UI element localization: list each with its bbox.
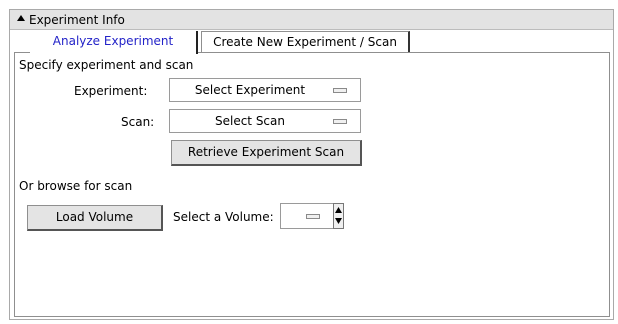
panel-header[interactable]: Experiment Info [10, 10, 613, 30]
experiment-select[interactable]: Select Experiment [169, 78, 361, 102]
scan-select[interactable]: Select Scan [169, 109, 361, 133]
triangle-up-icon[interactable] [16, 13, 26, 23]
dropdown-indicator-icon [333, 88, 347, 93]
experiment-info-panel: Experiment Info Analyze Experiment Creat… [9, 9, 614, 320]
experiment-select-value: Select Experiment [194, 83, 306, 97]
section-label-specify: Specify experiment and scan [19, 58, 194, 72]
tab-analyze-experiment[interactable]: Analyze Experiment [30, 31, 198, 54]
experiment-label: Experiment: [74, 84, 148, 98]
scan-select-value: Select Scan [214, 114, 285, 128]
section-label-browse: Or browse for scan [19, 179, 133, 193]
panel-title: Experiment Info [29, 13, 125, 27]
scan-label: Scan: [121, 115, 155, 129]
tab-content-analyze: Specify experiment and scan Experiment: … [14, 52, 610, 317]
volume-spinner [333, 203, 344, 229]
arrow-down-icon [335, 218, 342, 224]
tab-create-new-experiment-scan[interactable]: Create New Experiment / Scan [201, 31, 410, 53]
spin-down-button[interactable] [334, 216, 343, 228]
retrieve-experiment-scan-button[interactable]: Retrieve Experiment Scan [171, 140, 362, 166]
volume-select[interactable] [280, 203, 334, 229]
dropdown-indicator-icon [306, 214, 320, 219]
spin-up-button[interactable] [334, 204, 343, 216]
load-volume-button[interactable]: Load Volume [27, 205, 163, 231]
arrow-up-icon [335, 207, 342, 213]
volume-label: Select a Volume: [173, 210, 274, 224]
dropdown-indicator-icon [333, 119, 347, 124]
